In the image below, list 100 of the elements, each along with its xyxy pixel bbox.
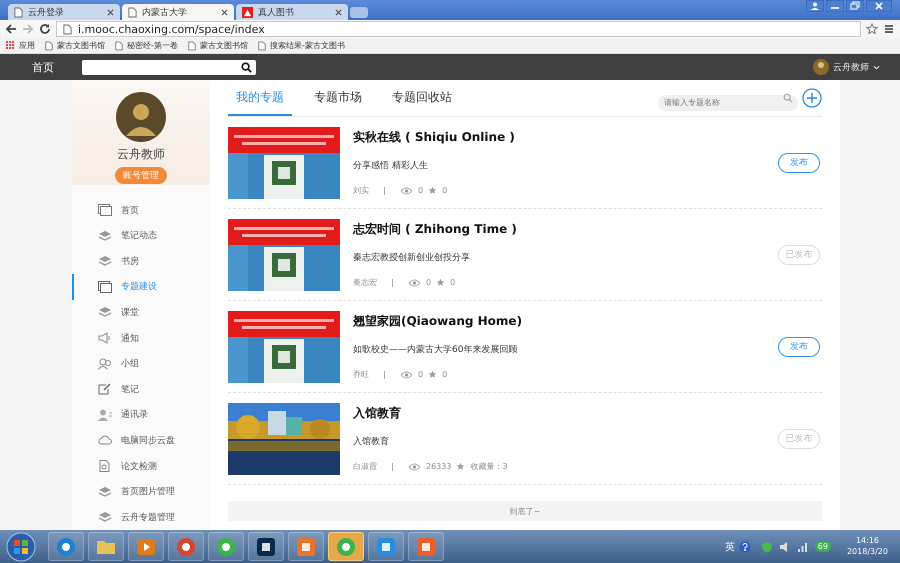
avatar <box>116 92 166 142</box>
sidebar-item[interactable]: 笔记动态 <box>72 222 210 248</box>
sidebar-item[interactable]: 首页 <box>72 197 210 223</box>
star-icon <box>456 462 466 471</box>
sidebar-item[interactable]: 课堂 <box>72 300 210 326</box>
sidebar-item[interactable]: 云舟专题管理 <box>72 504 210 530</box>
layers-icon <box>98 306 112 318</box>
bookmark[interactable]: 秘密经-第一卷 <box>115 40 178 51</box>
sidebar-item[interactable]: 书房 <box>72 248 210 274</box>
address-field[interactable]: i.mooc.chaoxing.com/space/index <box>56 21 861 37</box>
avatar <box>813 59 829 75</box>
network-icon[interactable] <box>796 540 809 552</box>
close-icon[interactable] <box>335 8 342 16</box>
search-field[interactable] <box>82 60 256 74</box>
app-icon <box>416 536 436 556</box>
caret-icon <box>873 64 880 70</box>
sidebar-item[interactable]: 小组 <box>72 350 210 376</box>
bookmark[interactable]: 应用 <box>6 40 35 51</box>
layers-icon <box>98 511 112 524</box>
page-icon <box>14 6 23 18</box>
user-icon[interactable] <box>806 0 824 12</box>
page-icon <box>188 40 196 50</box>
people-icon <box>98 358 112 370</box>
page-icon <box>45 40 53 50</box>
favorite-count: 0 <box>450 278 456 287</box>
star-icon[interactable] <box>866 23 878 35</box>
search-field[interactable]: 请输入专题名称 <box>658 94 798 110</box>
page-icon <box>63 24 72 34</box>
browser-tab[interactable]: 云舟登录 <box>8 4 120 20</box>
edit-icon <box>98 383 112 396</box>
sidebar-item[interactable]: 首页图片管理 <box>72 478 210 504</box>
layers-icon <box>98 230 112 242</box>
author-name: 秦志宏 <box>353 277 377 288</box>
eye-icon <box>400 186 413 194</box>
add-icon[interactable] <box>802 88 822 108</box>
person-icon <box>98 408 112 421</box>
topic-description: 如歌校史——内蒙古大学60年来发展回顾 <box>353 344 518 356</box>
reload-icon[interactable] <box>39 23 51 35</box>
view-count: 26333 <box>426 462 452 471</box>
tab[interactable]: 我的专题 <box>228 80 292 116</box>
sidebar-item[interactable]: 电脑同步云盘 <box>72 428 210 454</box>
start-button[interactable] <box>6 532 36 562</box>
close-icon[interactable] <box>221 8 228 16</box>
layers-icon <box>98 255 112 268</box>
clock[interactable]: 14:16 2018/3/20 <box>840 536 894 557</box>
sidebar-item[interactable]: 通讯录 <box>72 402 210 428</box>
view-count: 0 <box>426 278 432 287</box>
user-menu[interactable]: 云舟教师 <box>813 59 880 75</box>
page-icon <box>258 40 266 50</box>
apps-icon <box>6 41 15 50</box>
cloud-icon <box>98 434 112 446</box>
sidebar-item[interactable]: 论文检测 <box>72 453 210 479</box>
star-icon <box>428 186 438 195</box>
logo-icon <box>242 6 253 18</box>
close-icon[interactable] <box>866 0 892 12</box>
author-name: 乔旺 <box>353 369 369 380</box>
topic-title[interactable]: 实秋在线 ( Shiqiu Online ) <box>353 129 765 146</box>
back-icon[interactable] <box>5 23 17 35</box>
topic-title[interactable]: 志宏时间 ( Zhihong Time ) <box>353 221 765 238</box>
eye-icon <box>400 370 413 378</box>
speaker-icon <box>98 332 112 344</box>
topic-description: 秦志宏教授创新创业创投分享 <box>353 252 471 264</box>
favorite-count: 0 <box>442 370 448 379</box>
app-icon <box>376 536 396 556</box>
topic-title[interactable]: 翘望家园(Qiaowang Home) <box>353 313 765 330</box>
sidebar-item[interactable]: 笔记 <box>72 376 210 402</box>
author-name: 白淑霞 <box>353 461 377 472</box>
close-icon[interactable] <box>107 8 114 16</box>
browser-tab[interactable]: 真人图书 <box>236 4 348 20</box>
home-link[interactable]: 首页 <box>32 60 54 74</box>
favorite-count: 收藏量：3 <box>470 461 508 472</box>
menu-icon[interactable] <box>883 23 895 35</box>
layers-icon <box>98 486 112 498</box>
help-icon[interactable] <box>738 540 751 552</box>
bookmark[interactable]: 搜索结果-蒙古文图书 <box>258 40 345 51</box>
favorite-count: 0 <box>442 186 448 195</box>
eye-icon <box>408 278 421 286</box>
author-name: 刘实 <box>353 185 369 196</box>
star-icon <box>436 278 446 287</box>
view-count: 0 <box>418 186 424 195</box>
bookmark[interactable]: 蒙古文图书馆 <box>188 40 248 51</box>
topic-description: 分享感悟 精彩人生 <box>353 160 429 172</box>
restore-icon[interactable] <box>846 0 864 12</box>
window-icon <box>98 204 112 216</box>
input-method-label[interactable]: 英 <box>724 540 735 554</box>
eye-icon <box>408 462 421 470</box>
tab[interactable]: 专题回收站 <box>384 80 460 116</box>
page-icon <box>128 6 137 18</box>
star-icon <box>428 370 438 379</box>
bookmark[interactable]: 蒙古文图书馆 <box>45 40 105 51</box>
browser-tab[interactable]: 内蒙古大学 <box>122 4 234 20</box>
topic-title[interactable]: 入馆教育 <box>353 405 765 422</box>
user-name: 云舟教师 <box>117 146 165 163</box>
sidebar-item[interactable]: 通知 <box>72 325 210 351</box>
page-icon <box>115 40 123 50</box>
view-count: 0 <box>418 370 424 379</box>
app-icon <box>256 536 276 556</box>
minimize-icon[interactable] <box>826 0 844 12</box>
tab[interactable]: 专题市场 <box>306 80 370 116</box>
search-icon[interactable] <box>241 62 252 72</box>
